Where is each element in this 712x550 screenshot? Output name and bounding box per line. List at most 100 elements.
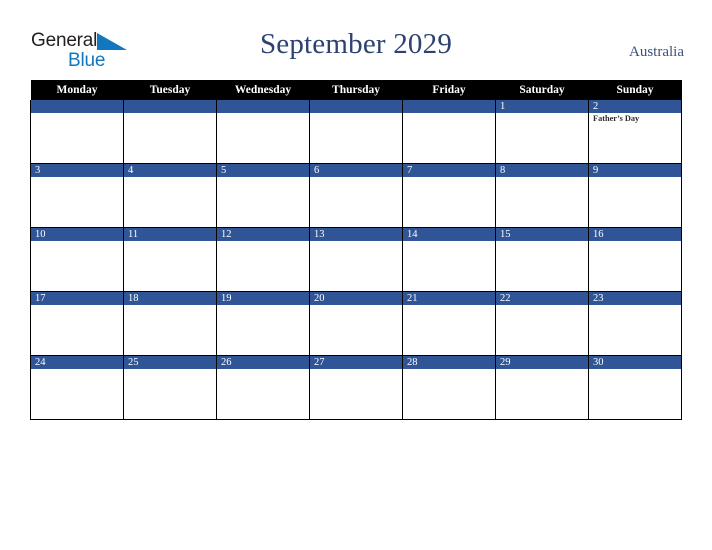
calendar-day-cell[interactable]: 2 Father’s Day <box>588 100 682 164</box>
calendar-day-cell[interactable]: 14 <box>402 227 496 292</box>
calendar-grid: Monday Tuesday Wednesday Thursday Friday… <box>30 80 682 420</box>
calendar-day-cell[interactable]: 13 <box>309 227 403 292</box>
day-number: 21 <box>403 292 495 305</box>
calendar-day-cell[interactable] <box>30 100 124 164</box>
country-label: Australia <box>629 44 684 60</box>
day-events <box>217 177 309 178</box>
day-number: 22 <box>496 292 588 305</box>
calendar-day-cell[interactable]: 21 <box>402 291 496 356</box>
page-header: General Blue September 2029 Australia <box>0 0 712 80</box>
calendar-day-cell[interactable]: 10 <box>30 227 124 292</box>
day-number: 15 <box>496 228 588 241</box>
weekday-header-friday: Friday <box>402 80 496 100</box>
day-events <box>217 305 309 306</box>
calendar-day-cell[interactable]: 25 <box>123 355 217 420</box>
calendar-day-cell[interactable]: 26 <box>216 355 310 420</box>
page-title: September 2029 <box>259 28 453 60</box>
day-number: 29 <box>496 356 588 369</box>
day-number: 3 <box>31 164 123 177</box>
calendar-day-cell[interactable]: 18 <box>123 291 217 356</box>
day-number: 28 <box>403 356 495 369</box>
day-number: 8 <box>496 164 588 177</box>
day-events <box>124 241 216 242</box>
day-number: 24 <box>31 356 123 369</box>
calendar-day-cell[interactable]: 3 <box>30 163 124 228</box>
calendar-day-cell[interactable] <box>309 100 403 164</box>
calendar-day-cell[interactable]: 17 <box>30 291 124 356</box>
calendar-day-cell[interactable]: 23 <box>588 291 682 356</box>
day-number: 25 <box>124 356 216 369</box>
calendar-day-cell[interactable]: 11 <box>123 227 217 292</box>
day-events <box>124 177 216 178</box>
day-number: 19 <box>217 292 309 305</box>
day-events <box>403 241 495 242</box>
calendar-week-row: 1 2 Father’s Day <box>30 100 682 164</box>
day-events <box>496 241 588 242</box>
day-events <box>403 177 495 178</box>
weekday-header-wednesday: Wednesday <box>216 80 310 100</box>
calendar-week-row: 3456789 <box>30 163 682 228</box>
calendar-day-cell[interactable]: 6 <box>309 163 403 228</box>
calendar-day-cell[interactable]: 8 <box>495 163 589 228</box>
day-events <box>496 177 588 178</box>
calendar-day-cell[interactable]: 7 <box>402 163 496 228</box>
calendar-day-cell[interactable]: 29 <box>495 355 589 420</box>
day-number <box>31 100 123 113</box>
day-number <box>217 100 309 113</box>
weekday-header-monday: Monday <box>30 80 124 100</box>
day-events <box>31 369 123 370</box>
calendar-day-cell[interactable] <box>216 100 310 164</box>
day-events <box>310 369 402 370</box>
day-number: 2 <box>589 100 681 113</box>
calendar-day-cell[interactable]: 19 <box>216 291 310 356</box>
day-number: 12 <box>217 228 309 241</box>
day-events <box>310 113 402 114</box>
calendar-day-cell[interactable]: 1 <box>495 100 589 164</box>
calendar-day-cell[interactable]: 9 <box>588 163 682 228</box>
day-number: 5 <box>217 164 309 177</box>
day-events <box>403 369 495 370</box>
calendar-page: General Blue September 2029 Australia Mo… <box>0 0 712 550</box>
day-events <box>589 177 681 178</box>
calendar-day-cell[interactable]: 30 <box>588 355 682 420</box>
day-events <box>310 305 402 306</box>
day-events <box>496 113 588 114</box>
day-events <box>310 177 402 178</box>
day-number <box>310 100 402 113</box>
day-events <box>217 369 309 370</box>
day-number: 6 <box>310 164 402 177</box>
calendar-day-cell[interactable]: 20 <box>309 291 403 356</box>
day-events <box>124 305 216 306</box>
day-events <box>403 113 495 114</box>
calendar-day-cell[interactable]: 15 <box>495 227 589 292</box>
calendar-week-row: 10 11 12 13 14 15 16 <box>30 227 682 292</box>
weekday-header-sunday: Sunday <box>588 80 682 100</box>
calendar-day-cell[interactable]: 28 <box>402 355 496 420</box>
day-number: 14 <box>403 228 495 241</box>
day-number: 30 <box>589 356 681 369</box>
calendar-day-cell[interactable]: 16 <box>588 227 682 292</box>
day-number: 20 <box>310 292 402 305</box>
calendar-week-row: 24 25 26 27 28 29 30 <box>30 355 682 420</box>
calendar-day-cell[interactable] <box>123 100 217 164</box>
day-events <box>403 305 495 306</box>
calendar-day-cell[interactable]: 5 <box>216 163 310 228</box>
day-events <box>124 369 216 370</box>
weekday-header-thursday: Thursday <box>309 80 403 100</box>
day-events <box>589 241 681 242</box>
calendar-day-cell[interactable]: 27 <box>309 355 403 420</box>
holiday-label: Father’s Day <box>593 114 640 123</box>
calendar-day-cell[interactable]: 22 <box>495 291 589 356</box>
calendar-day-cell[interactable] <box>402 100 496 164</box>
calendar-day-cell[interactable]: 12 <box>216 227 310 292</box>
calendar-week-row: 17 18 19 20 21 22 23 <box>30 291 682 356</box>
day-events <box>31 305 123 306</box>
day-events <box>31 241 123 242</box>
calendar-day-cell[interactable]: 4 <box>123 163 217 228</box>
day-number: 18 <box>124 292 216 305</box>
day-events <box>496 305 588 306</box>
day-number <box>403 100 495 113</box>
calendar-day-cell[interactable]: 24 <box>30 355 124 420</box>
day-number <box>124 100 216 113</box>
day-events <box>217 241 309 242</box>
